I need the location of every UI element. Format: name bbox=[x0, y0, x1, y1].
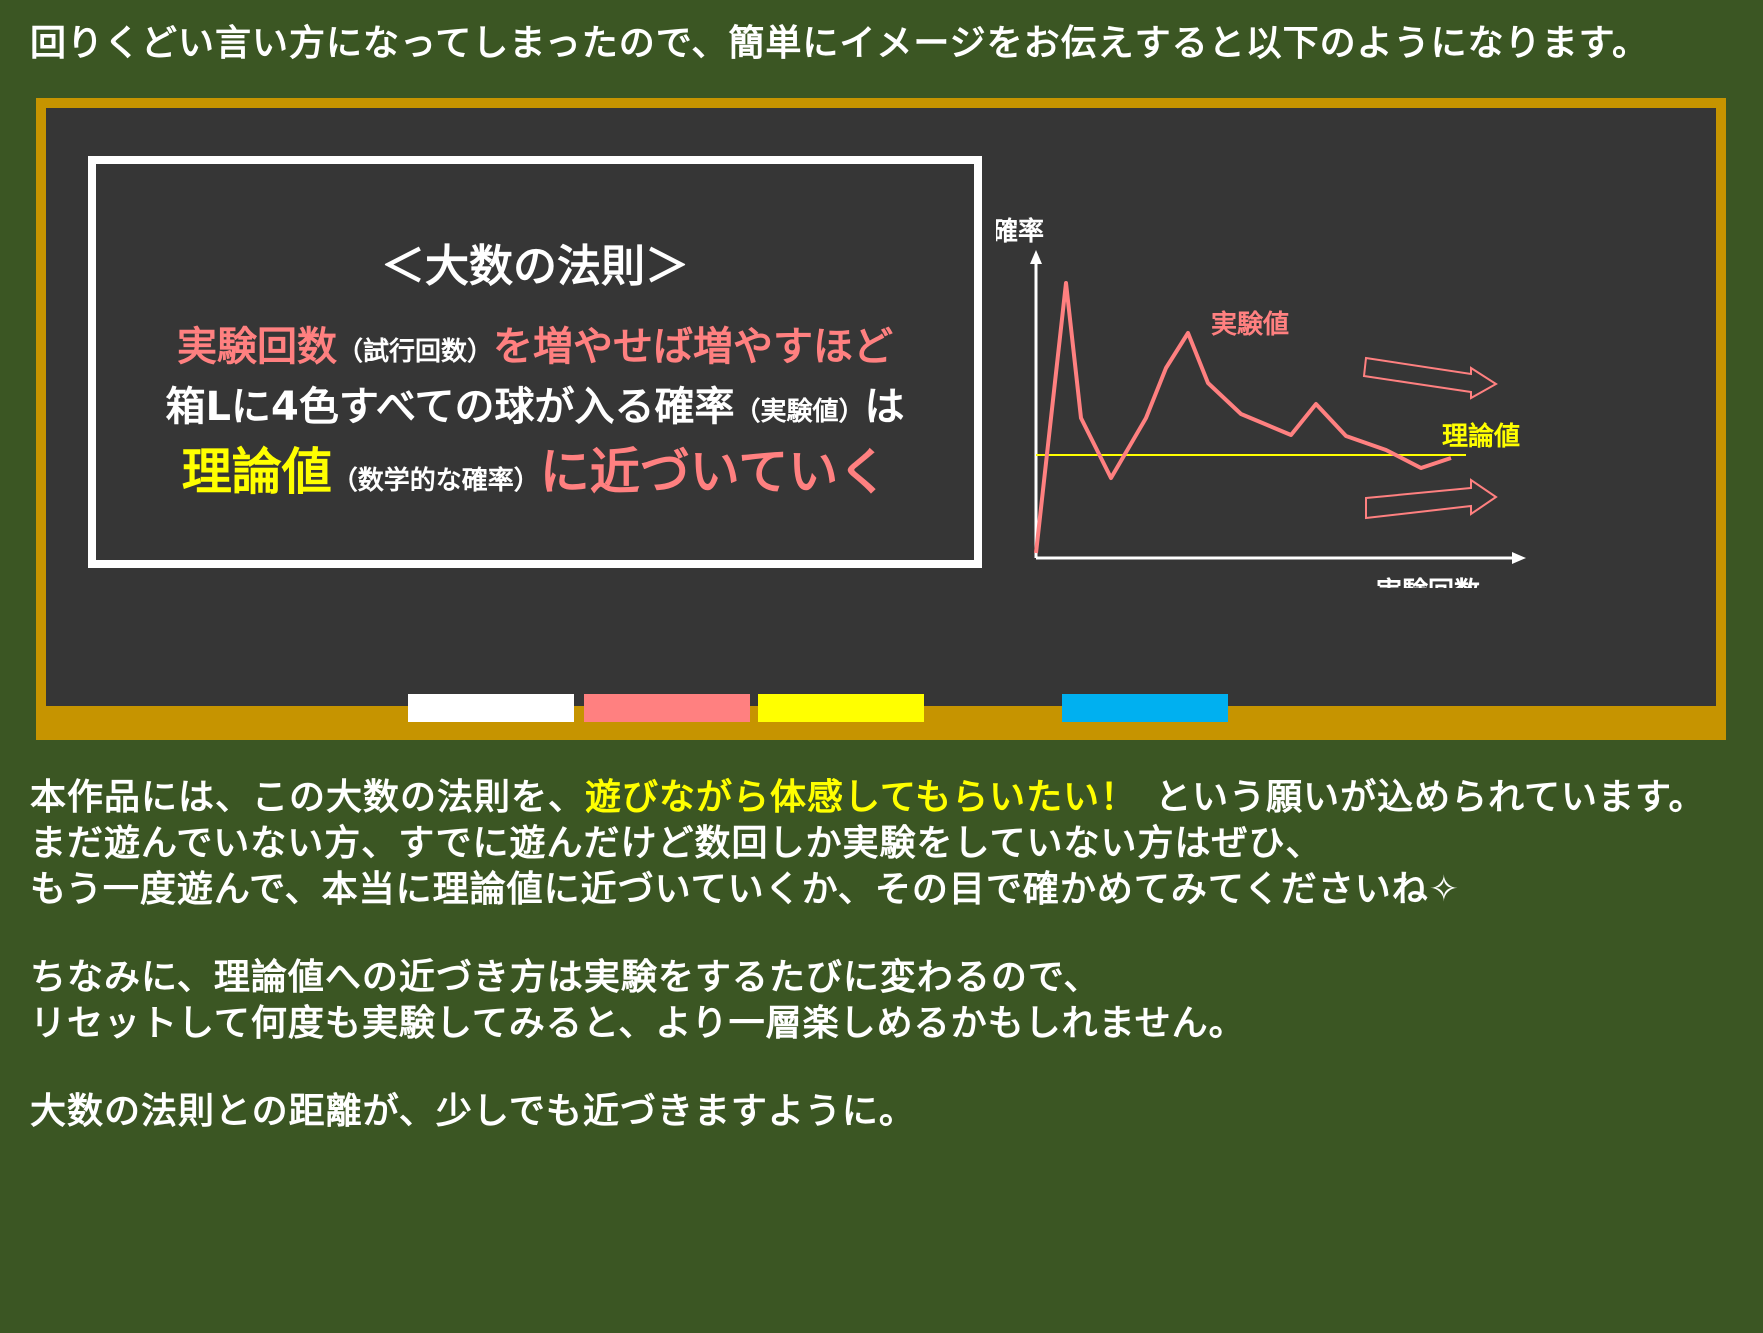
arrow-bottom-icon bbox=[1365, 478, 1498, 520]
x-axis-arrowhead bbox=[1512, 552, 1526, 564]
convergence-diagram: 確率 実験回数 実験値 理論値 bbox=[996, 216, 1526, 588]
experimental-value-label: 実験値 bbox=[1211, 309, 1289, 340]
y-axis-arrowhead bbox=[1030, 250, 1042, 264]
body-p1-highlight: 遊びながら体感してもらいたい！ bbox=[585, 777, 1138, 818]
law-line-2-part-1: 箱Lに4色すべての球が入る確率 bbox=[165, 384, 735, 430]
law-title: ＜大数の法則＞ bbox=[381, 241, 689, 292]
law-line-2-part-2: （実験値） bbox=[734, 397, 865, 427]
body-paragraph-5: リセットして何度も実験してみると、より一層楽しめるかもしれません。 bbox=[30, 1003, 1246, 1044]
body-paragraph-1: 本作品には、この大数の法則を、遊びながら体感してもらいたい！ という願いが込められ… bbox=[30, 768, 1705, 820]
chalkboard: ＜大数の法則＞ 実験回数（試行回数）を増やせば増やすほど 箱Lに4色すべての球が… bbox=[46, 108, 1716, 706]
chalk-yellow bbox=[758, 694, 924, 722]
law-line-1-part-1: 実験回数 bbox=[176, 324, 337, 370]
law-line-2: 箱Lに4色すべての球が入る確率（実験値）は bbox=[96, 374, 974, 432]
body-paragraph-6: 大数の法則との距離が、少しでも近づきますように。 bbox=[30, 1091, 916, 1132]
y-axis-label: 確率 bbox=[996, 216, 1044, 247]
chalk-pink bbox=[584, 694, 750, 722]
law-line-1-part-2: （試行回数） bbox=[336, 337, 493, 367]
law-line-2-part-3: は bbox=[864, 384, 905, 430]
law-line-3-part-3: に近づいていく bbox=[539, 443, 889, 501]
chalk-white bbox=[408, 694, 574, 722]
x-axis-label: 実験回数 bbox=[1376, 576, 1481, 588]
chalk-blue bbox=[1062, 694, 1228, 722]
law-line-1-part-3: を増やせば増やすほど bbox=[493, 324, 893, 370]
law-of-large-numbers-box: ＜大数の法則＞ 実験回数（試行回数）を増やせば増やすほど 箱Lに4色すべての球が… bbox=[88, 156, 982, 568]
law-line-1: 実験回数（試行回数）を増やせば増やすほど bbox=[96, 314, 974, 372]
body-p1-before: 本作品には、この大数の法則を、 bbox=[30, 777, 586, 818]
body-paragraph-2: まだ遊んでいない方、すでに遊んだけど数回しか実験をしていない方はぜひ、 bbox=[30, 823, 1323, 864]
law-line-3-part-1: 理論値 bbox=[181, 443, 332, 501]
body-paragraph-4: ちなみに、理論値への近づき方は実験をするたびに変わるので、 bbox=[30, 957, 1101, 998]
chalkboard-frame: ＜大数の法則＞ 実験回数（試行回数）を増やせば増やすほど 箱Lに4色すべての球が… bbox=[36, 98, 1726, 740]
law-line-3: 理論値（数学的な確率）に近づいていく bbox=[96, 432, 974, 504]
law-line-3-part-2: （数学的な確率） bbox=[331, 466, 540, 496]
body-p1-after: という願いが込められています。 bbox=[1155, 777, 1706, 818]
arrow-top-icon bbox=[1362, 356, 1498, 400]
theoretical-value-label: 理論値 bbox=[1442, 421, 1520, 452]
body-paragraph-3: もう一度遊んで、本当に理論値に近づいていくか、その目で確かめてみてくださいね✧ bbox=[30, 869, 1460, 910]
intro-text: 回りくどい言い方になってしまったので、簡単にイメージをお伝えすると以下のようにな… bbox=[30, 23, 1650, 64]
